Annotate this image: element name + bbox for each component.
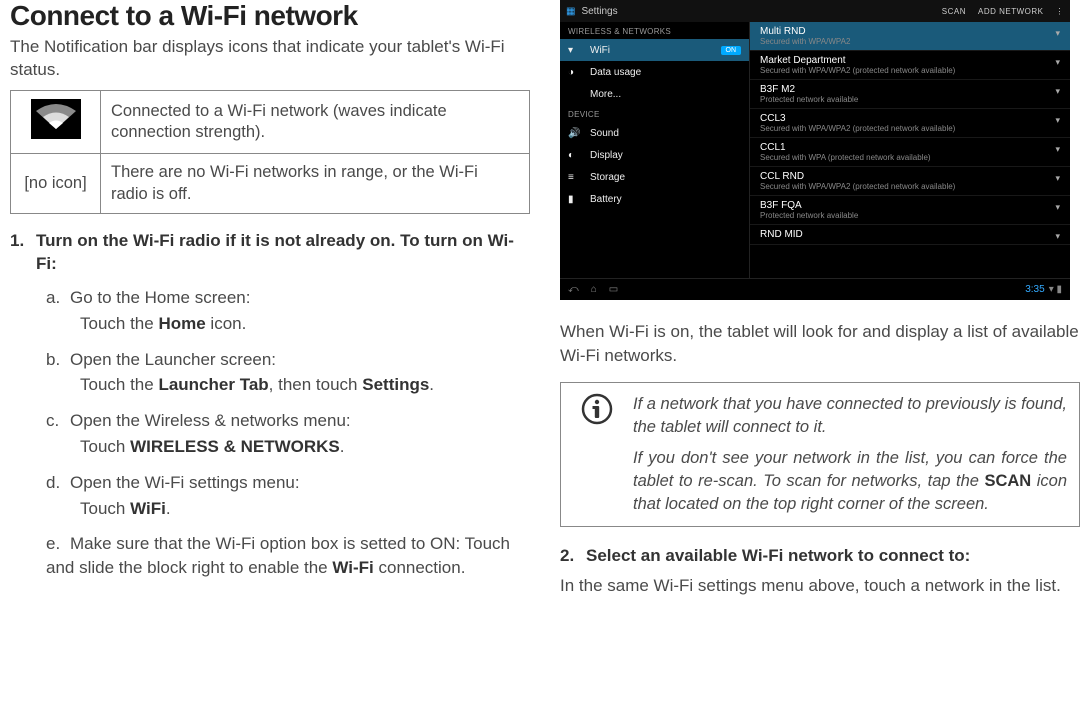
network-item[interactable]: Market DepartmentSecured with WPA/WPA2 (…: [750, 51, 1070, 80]
wifi-icon-cell: [11, 90, 101, 153]
sidebar-item-storage[interactable]: ≡Storage: [560, 166, 749, 188]
sidebar-item-wifi[interactable]: ▾ WiFi ON: [560, 39, 749, 61]
network-item[interactable]: CCL RNDSecured with WPA/WPA2 (protected …: [750, 167, 1070, 196]
sound-icon: 🔊: [568, 128, 582, 139]
network-item[interactable]: Multi RNDSecured with WPA/WPA2▾: [750, 22, 1070, 51]
step-1a: a.Go to the Home screen: Touch the Home …: [46, 286, 530, 336]
sidebar-item-battery[interactable]: ▮Battery: [560, 188, 749, 210]
info-box: If a network that you have connected to …: [560, 382, 1080, 527]
step-1d: d.Open the Wi-Fi settings menu: Touch Wi…: [46, 471, 530, 521]
signal-icon: ▾: [1055, 173, 1060, 184]
signal-icon: ▾: [1055, 202, 1060, 213]
display-icon: ◐: [568, 150, 582, 161]
step-1e: e.Make sure that the Wi-Fi option box is…: [46, 532, 530, 580]
wifi-connected-desc: Connected to a Wi-Fi network (waves indi…: [101, 90, 530, 153]
wifi-toggle[interactable]: ON: [721, 46, 742, 55]
signal-icon: ▾: [1055, 28, 1060, 39]
settings-screenshot: ▦ Settings SCAN ADD NETWORK ⋮ WIRELESS &…: [560, 0, 1070, 300]
wifi-icon: [31, 99, 81, 139]
status-wifi-icon: ▾ ▮: [1049, 284, 1062, 295]
settings-title: Settings: [581, 6, 617, 17]
status-clock: 3:35: [1025, 284, 1044, 295]
add-network-button[interactable]: ADD NETWORK: [978, 7, 1044, 16]
signal-icon: ▾: [1055, 231, 1060, 242]
home-icon[interactable]: ⌂: [591, 284, 597, 295]
step-1c: c.Open the Wireless & networks menu: Tou…: [46, 409, 530, 459]
sidebar-item-display[interactable]: ◐Display: [560, 144, 749, 166]
network-item[interactable]: B3F FQAProtected network available▾: [750, 196, 1070, 225]
no-icon-cell: [no icon]: [11, 154, 101, 214]
sidebar-item-data-usage[interactable]: ◑Data usage: [560, 61, 749, 83]
sidebar-item-sound[interactable]: 🔊Sound: [560, 122, 749, 144]
no-wifi-desc: There are no Wi-Fi networks in range, or…: [101, 154, 530, 214]
signal-icon: ▾: [1055, 144, 1060, 155]
info-p1: If a network that you have connected to …: [633, 393, 1067, 439]
network-item[interactable]: CCL3Secured with WPA/WPA2 (protected net…: [750, 109, 1070, 138]
info-p2: If you don't see your network in the lis…: [633, 447, 1067, 516]
recent-icon[interactable]: ▭: [609, 284, 618, 295]
signal-icon: ▾: [1055, 115, 1060, 126]
sidebar-item-more[interactable]: More...: [560, 83, 749, 105]
intro-text: The Notification bar displays icons that…: [10, 36, 530, 82]
step-1b: b.Open the Launcher screen: Touch the La…: [46, 348, 530, 398]
signal-icon: ▾: [1055, 86, 1060, 97]
network-item[interactable]: RND MID▾: [750, 225, 1070, 245]
scan-button[interactable]: SCAN: [942, 7, 966, 16]
category-wireless: WIRELESS & NETWORKS: [560, 22, 749, 39]
step-2-body: In the same Wi-Fi settings menu above, t…: [560, 574, 1080, 598]
network-item[interactable]: B3F M2Protected network available▾: [750, 80, 1070, 109]
back-icon[interactable]: ⤺: [568, 284, 579, 295]
settings-icon: ▦: [566, 6, 575, 17]
wifi-icon: ▾: [568, 45, 582, 56]
info-icon: [581, 393, 613, 425]
step-1-heading: 1. Turn on the Wi-Fi radio if it is not …: [10, 230, 530, 276]
menu-icon[interactable]: ⋮: [1056, 7, 1065, 16]
step-2-heading: 2. Select an available Wi-Fi network to …: [560, 545, 1080, 568]
page-title: Connect to a Wi-Fi network: [10, 0, 530, 32]
battery-icon: ▮: [568, 194, 582, 205]
after-screenshot-text: When Wi-Fi is on, the tablet will look f…: [560, 320, 1080, 368]
status-icon-table: Connected to a Wi-Fi network (waves indi…: [10, 90, 530, 214]
network-item[interactable]: CCL1Secured with WPA (protected network …: [750, 138, 1070, 167]
category-device: DEVICE: [560, 105, 749, 122]
data-icon: ◑: [568, 67, 582, 78]
signal-icon: ▾: [1055, 57, 1060, 68]
storage-icon: ≡: [568, 172, 582, 183]
